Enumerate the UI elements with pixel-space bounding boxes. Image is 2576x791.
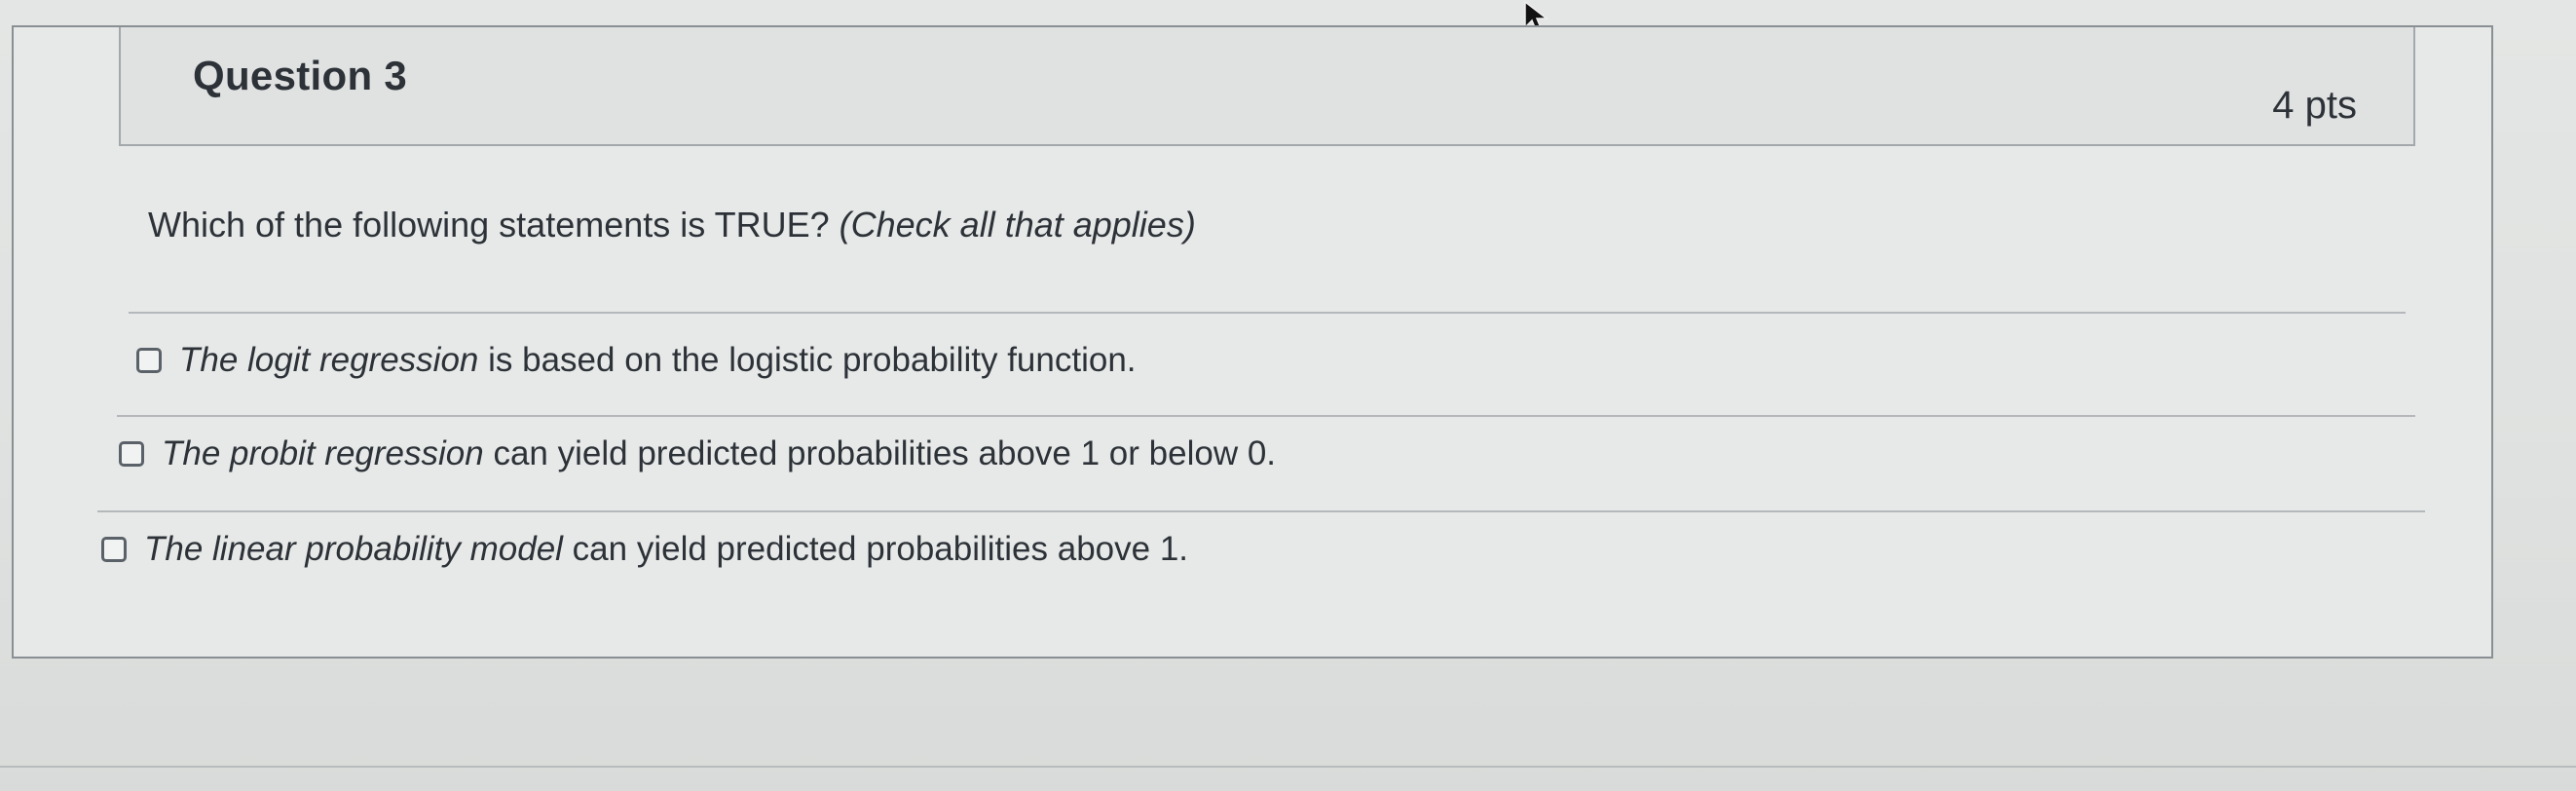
answer-checkbox[interactable] (136, 348, 162, 373)
answer-option-1[interactable]: The logit regression is based on the log… (136, 341, 1137, 380)
page-separator (0, 766, 2576, 768)
answer-label: The probit regression can yield predicte… (162, 434, 1277, 472)
answers-top-divider (129, 312, 2406, 314)
answer-option-3[interactable]: The linear probability model can yield p… (101, 530, 1188, 569)
question-title: Question 3 (193, 53, 408, 98)
prompt-text: Which of the following statements is TRU… (148, 205, 840, 245)
prompt-hint: (Check all that applies) (839, 205, 1196, 245)
answer-label: The linear probability model can yield p… (144, 530, 1189, 568)
answer-checkbox[interactable] (119, 441, 144, 467)
answer-checkbox[interactable] (101, 537, 127, 562)
answer-divider (97, 510, 2425, 512)
question-prompt: Which of the following statements is TRU… (148, 205, 1196, 245)
answer-label: The logit regression is based on the log… (179, 341, 1137, 379)
question-header: Question 3 4 pts (119, 27, 2415, 146)
question-card: Question 3 4 pts Which of the following … (12, 25, 2493, 659)
question-points: 4 pts (2272, 84, 2357, 127)
answer-option-2[interactable]: The probit regression can yield predicte… (119, 434, 1276, 473)
answer-divider (117, 415, 2415, 417)
